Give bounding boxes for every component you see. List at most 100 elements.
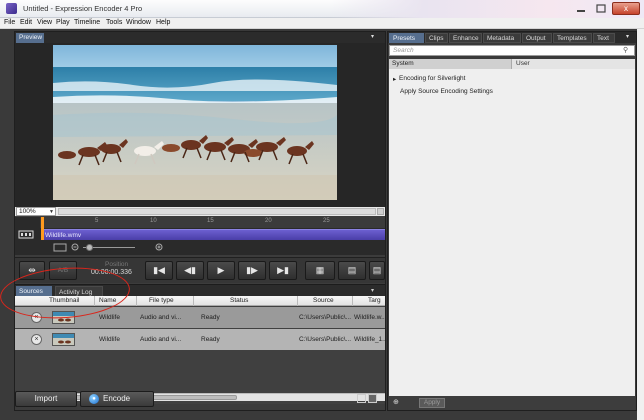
table-row[interactable]: × Wildlife Audio and vi... Ready C:\User… bbox=[15, 329, 385, 350]
tab-system[interactable]: System bbox=[389, 59, 512, 69]
row-target: Wildlife.w... bbox=[354, 314, 385, 321]
video-image bbox=[53, 45, 337, 200]
tab-output[interactable]: Output bbox=[522, 33, 552, 43]
row-target: Wildlife_1... bbox=[354, 336, 385, 343]
preview-hscrollbar[interactable] bbox=[58, 208, 376, 215]
zoom-out-icon[interactable] bbox=[71, 243, 81, 252]
next-frame-button[interactable]: ▶▮ bbox=[269, 261, 297, 280]
thumbnail-image bbox=[52, 333, 75, 346]
remove-icon[interactable]: × bbox=[31, 334, 42, 345]
zoom-value: 100% bbox=[19, 208, 36, 215]
presets-header: System User bbox=[389, 59, 635, 69]
presets-footer: ⊕ Apply bbox=[389, 396, 635, 410]
column-divider[interactable] bbox=[136, 296, 137, 306]
presets-list: ▸ Encoding for Silverlight Apply Source … bbox=[389, 69, 635, 396]
position-label: Position bbox=[105, 261, 129, 268]
ruler-tick: 20 bbox=[265, 218, 272, 224]
tab-clips[interactable]: Clips bbox=[425, 33, 448, 43]
menu-window[interactable]: Window bbox=[126, 19, 151, 26]
menu-file[interactable]: File bbox=[4, 19, 15, 26]
zoom-select[interactable]: 100% ▼ bbox=[16, 207, 56, 216]
chevron-down-icon: ▼ bbox=[49, 209, 54, 215]
clip-name: Wildlife.wmv bbox=[45, 232, 82, 239]
tab-metadata[interactable]: Metadata bbox=[483, 33, 521, 43]
search-icon[interactable]: ⚲ bbox=[623, 46, 633, 55]
preset-apply-source[interactable]: Apply Source Encoding Settings bbox=[400, 88, 493, 95]
row-name: Wildlife bbox=[99, 314, 120, 321]
pin-icon[interactable]: ▾ bbox=[371, 33, 378, 41]
tab-text[interactable]: Text bbox=[593, 33, 615, 43]
row-file-type: Audio and vi... bbox=[140, 314, 182, 321]
column-source[interactable]: Source bbox=[313, 297, 334, 304]
menu-tools[interactable]: Tools bbox=[106, 19, 122, 26]
import-button[interactable]: Import bbox=[15, 391, 77, 407]
tab-preview[interactable]: Preview bbox=[16, 33, 44, 43]
menu-view[interactable]: View bbox=[37, 19, 52, 26]
menu-edit[interactable]: Edit bbox=[20, 19, 32, 26]
row-source: C:\Users\Public\... bbox=[299, 336, 351, 343]
timeline-zoom-thumb[interactable] bbox=[86, 244, 93, 251]
split-icon[interactable]: ▦ bbox=[305, 261, 335, 280]
right-tabstrip: Presets Clips Enhance Metadata Output Te… bbox=[388, 32, 636, 43]
tab-user[interactable]: User bbox=[513, 59, 635, 69]
column-divider[interactable] bbox=[193, 296, 194, 306]
row-status: Ready bbox=[201, 336, 220, 343]
zoom-row: 100% ▼ bbox=[15, 207, 385, 216]
step-forward-button[interactable]: ▮▶ bbox=[238, 261, 266, 280]
ruler-tick: 5 bbox=[95, 218, 99, 224]
encode-button[interactable]: ● Encode bbox=[80, 391, 154, 407]
row-file-type: Audio and vi... bbox=[140, 336, 182, 343]
search-input[interactable]: Search bbox=[389, 45, 635, 56]
encode-icon: ● bbox=[89, 394, 99, 404]
expand-icon[interactable]: ▸ bbox=[393, 75, 396, 83]
column-target[interactable]: Targ bbox=[368, 297, 381, 304]
step-back-button[interactable]: ◀▮ bbox=[176, 261, 204, 280]
zoom-in-icon[interactable] bbox=[155, 243, 165, 252]
column-file-type[interactable]: File type bbox=[149, 297, 174, 304]
apply-button[interactable]: Apply bbox=[419, 398, 445, 408]
preview-area bbox=[15, 43, 385, 207]
close-button[interactable]: x bbox=[612, 2, 640, 15]
pin-icon[interactable]: ▾ bbox=[626, 33, 629, 40]
ruler-tick: 25 bbox=[323, 218, 330, 224]
tab-enhance[interactable]: Enhance bbox=[449, 33, 482, 43]
preview-tabstrip: Preview ▾ bbox=[15, 32, 385, 43]
app-icon bbox=[6, 3, 17, 14]
timeline-clip[interactable]: Wildlife.wmv bbox=[42, 229, 385, 240]
scroll-right-button[interactable] bbox=[377, 208, 384, 215]
ruler-tick: 15 bbox=[207, 218, 214, 224]
column-divider[interactable] bbox=[297, 296, 298, 306]
previous-frame-button[interactable]: ▮◀ bbox=[145, 261, 173, 280]
window-edge bbox=[637, 29, 644, 420]
layout-alt-icon[interactable] bbox=[368, 394, 377, 403]
timeline-zoom-controls bbox=[41, 243, 181, 252]
row-status: Ready bbox=[201, 314, 220, 321]
play-button[interactable]: ▶ bbox=[207, 261, 235, 280]
tab-presets[interactable]: Presets bbox=[389, 33, 424, 43]
menu-play[interactable]: Play bbox=[56, 19, 70, 26]
row-source: C:\Users\Public\... bbox=[299, 314, 351, 321]
add-preset-icon[interactable]: ⊕ bbox=[393, 398, 405, 408]
menu-timeline[interactable]: Timeline bbox=[74, 19, 100, 26]
tab-templates[interactable]: Templates bbox=[553, 33, 592, 43]
fit-timeline-icon[interactable] bbox=[53, 243, 67, 252]
column-divider[interactable] bbox=[352, 296, 353, 306]
preset-group-silverlight[interactable]: Encoding for Silverlight bbox=[399, 75, 465, 82]
minimize-icon[interactable] bbox=[575, 3, 587, 14]
left-panel: Preview ▾ 100% ▼ 5 10 15 20 25 Wildlife.… bbox=[14, 31, 386, 411]
playhead[interactable] bbox=[41, 217, 44, 240]
maximize-icon[interactable] bbox=[595, 3, 607, 14]
trim-icon[interactable]: ▤ bbox=[338, 261, 366, 280]
timeline-ruler[interactable]: 5 10 15 20 25 bbox=[40, 217, 385, 228]
video-frame[interactable] bbox=[53, 45, 337, 200]
encode-label: Encode bbox=[103, 394, 131, 403]
filmstrip-toggle-icon[interactable]: ▤ bbox=[369, 261, 385, 280]
film-strip-icon bbox=[18, 229, 34, 240]
layout-icon[interactable] bbox=[357, 394, 366, 403]
menu-bar: File Edit View Play Timeline Tools Windo… bbox=[0, 18, 644, 29]
ruler-tick: 10 bbox=[150, 218, 157, 224]
column-status[interactable]: Status bbox=[230, 297, 248, 304]
title-bar: Untitled - Expression Encoder 4 Pro x bbox=[0, 0, 644, 18]
menu-help[interactable]: Help bbox=[156, 19, 170, 26]
pin-icon[interactable]: ▾ bbox=[371, 287, 374, 294]
